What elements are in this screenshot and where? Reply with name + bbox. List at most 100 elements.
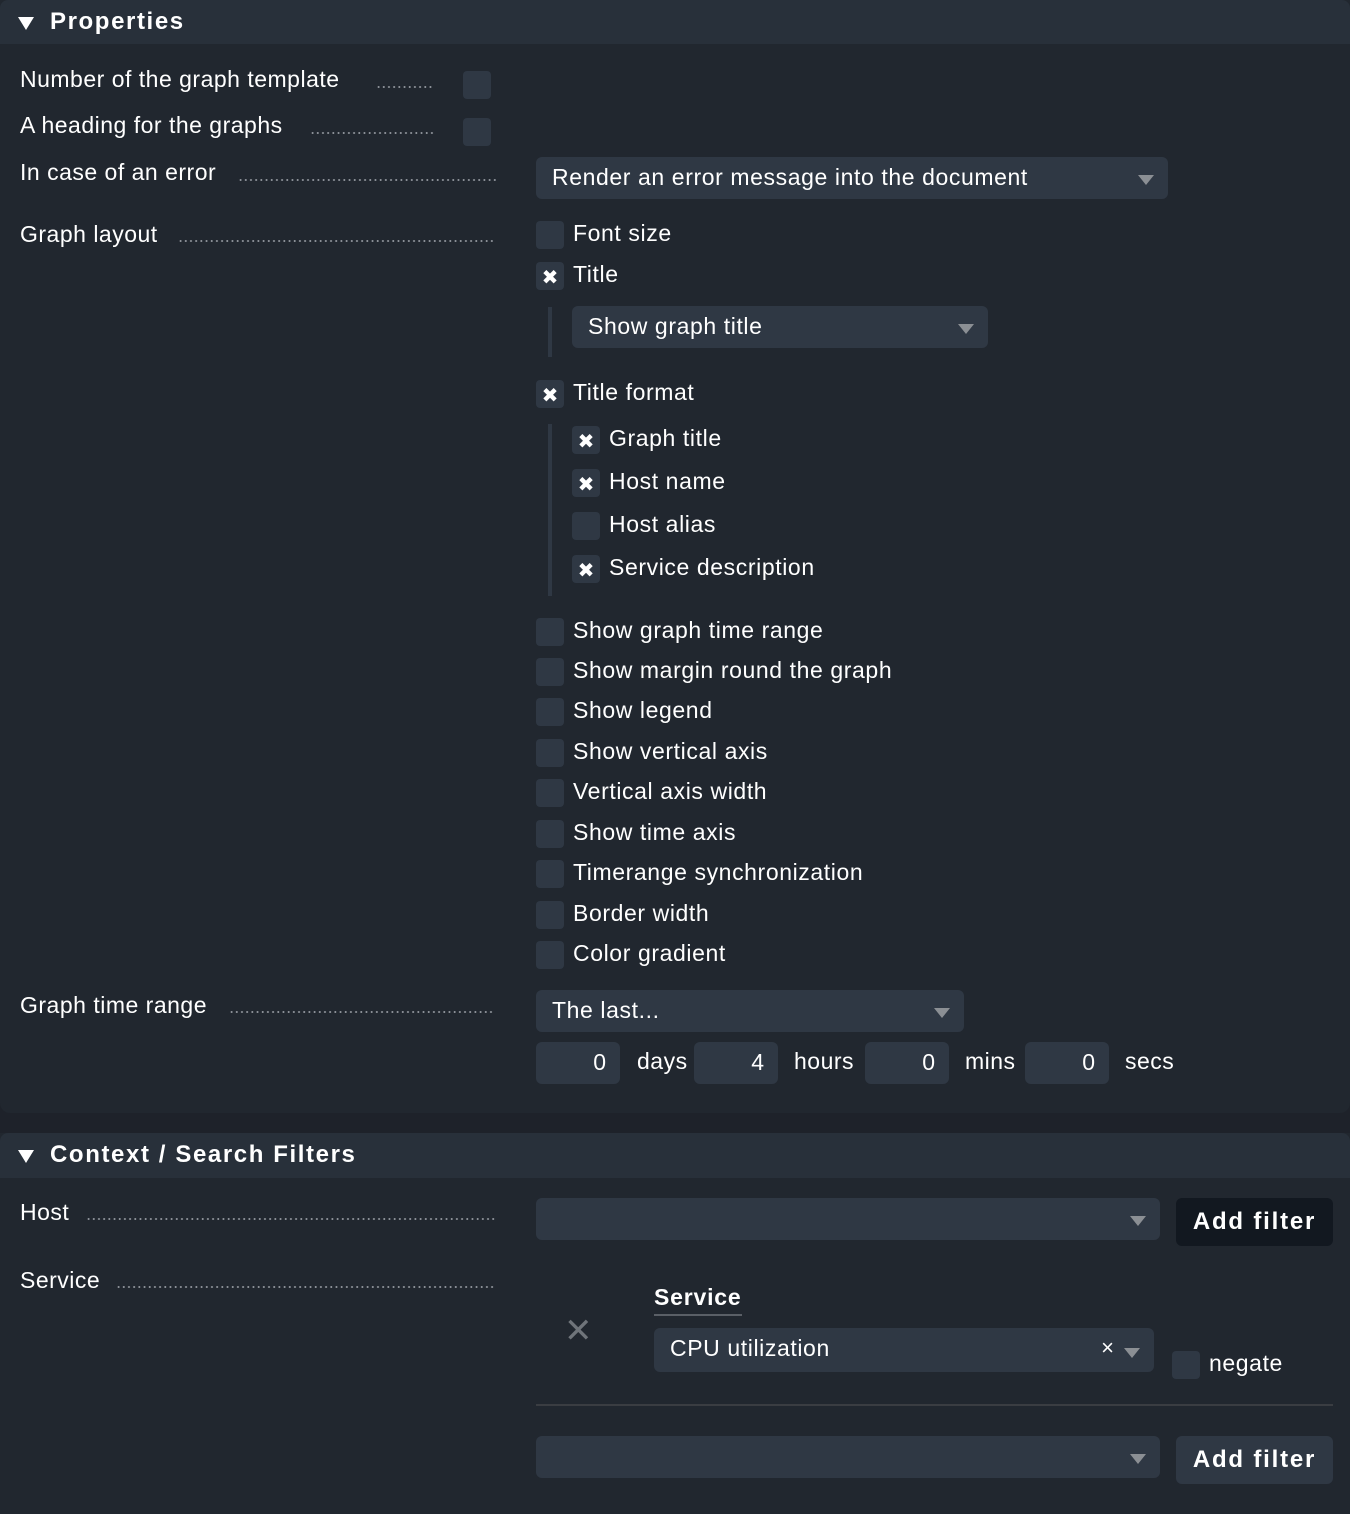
negate-label: negate (1209, 1350, 1283, 1376)
negate-checkbox[interactable] (1172, 1351, 1200, 1379)
title-label: Title (573, 261, 619, 287)
check-mark-icon: ✖ (577, 558, 595, 582)
service-add-filter-select[interactable] (536, 1436, 1160, 1478)
hours-input[interactable]: 4 (694, 1042, 778, 1084)
hours-value: 4 (751, 1049, 764, 1075)
check-mark-icon: ✖ (541, 265, 559, 289)
show-legend-label: Show legend (573, 697, 713, 723)
title-format-label: Title format (573, 379, 695, 405)
days-unit: days (637, 1048, 688, 1074)
title-checkbox[interactable]: ✖ (536, 262, 564, 290)
days-input[interactable]: 0 (536, 1042, 620, 1084)
dropdown-arrow-icon (934, 1008, 950, 1018)
collapse-triangle-icon[interactable] (18, 17, 34, 30)
service-filter-title: Service (654, 1284, 742, 1310)
host-add-filter-button[interactable]: Add filter (1176, 1198, 1333, 1246)
show-time-axis-checkbox[interactable] (536, 820, 564, 848)
title-format-checkbox[interactable]: ✖ (536, 380, 564, 408)
filter-divider (536, 1404, 1333, 1406)
leader-dots (229, 1011, 495, 1013)
check-mark-icon: ✖ (577, 429, 595, 453)
leader-dots (86, 1218, 496, 1220)
time-range-value: The last... (552, 997, 660, 1023)
filter-title-underline (654, 1314, 742, 1316)
collapse-triangle-icon[interactable] (18, 1150, 34, 1163)
properties-header[interactable]: Properties (0, 0, 1350, 44)
secs-input[interactable]: 0 (1025, 1042, 1109, 1084)
show-vertical-axis-label: Show vertical axis (573, 738, 768, 764)
show-margin-checkbox[interactable] (536, 658, 564, 686)
show-graph-time-range-label: Show graph time range (573, 617, 824, 643)
title-select[interactable]: Show graph title (572, 306, 988, 348)
graph-heading-checkbox[interactable] (463, 118, 491, 146)
color-gradient-checkbox[interactable] (536, 941, 564, 969)
service-description-checkbox[interactable]: ✖ (572, 555, 600, 583)
leader-dots (238, 179, 496, 181)
context-panel: Context / Search Filters Host Add filter… (0, 1133, 1350, 1514)
check-mark-icon: ✖ (577, 472, 595, 496)
nested-indent-line (548, 424, 552, 596)
context-header[interactable]: Context / Search Filters (0, 1133, 1350, 1178)
vertical-axis-width-label: Vertical axis width (573, 778, 768, 804)
show-legend-checkbox[interactable] (536, 698, 564, 726)
font-size-checkbox[interactable] (536, 221, 564, 249)
context-title: Context / Search Filters (50, 1141, 357, 1168)
host-filter-select[interactable] (536, 1198, 1160, 1240)
host-filter-label: Host (20, 1199, 70, 1225)
graph-heading-label: A heading for the graphs (20, 112, 283, 138)
dropdown-arrow-icon (1138, 175, 1154, 185)
host-name-label: Host name (609, 468, 726, 494)
service-description-label: Service description (609, 554, 815, 580)
secs-unit: secs (1125, 1048, 1175, 1074)
host-alias-label: Host alias (609, 511, 716, 537)
graph-title-checkbox[interactable]: ✖ (572, 426, 600, 454)
error-handling-label: In case of an error (20, 159, 217, 185)
border-width-label: Border width (573, 900, 710, 926)
leader-dots (116, 1286, 496, 1288)
dropdown-arrow-icon (1124, 1348, 1140, 1358)
clear-selection-icon[interactable]: × (1101, 1335, 1114, 1361)
properties-title: Properties (50, 8, 185, 35)
check-mark-icon: ✖ (541, 383, 559, 407)
host-alias-checkbox[interactable] (572, 512, 600, 540)
dropdown-arrow-icon (958, 324, 974, 334)
mins-value: 0 (922, 1049, 935, 1075)
dropdown-arrow-icon (1130, 1454, 1146, 1464)
nested-indent-line (548, 307, 552, 357)
show-graph-time-range-checkbox[interactable] (536, 618, 564, 646)
secs-value: 0 (1082, 1049, 1095, 1075)
show-time-axis-label: Show time axis (573, 819, 737, 845)
timerange-sync-checkbox[interactable] (536, 860, 564, 888)
time-range-select[interactable]: The last... (536, 990, 964, 1032)
service-filter-value: CPU utilization (670, 1335, 830, 1361)
service-filter-select[interactable]: CPU utilization × (654, 1328, 1154, 1372)
title-select-value: Show graph title (588, 313, 763, 339)
graph-time-range-label: Graph time range (20, 992, 207, 1018)
properties-panel: Properties Number of the graph template … (0, 0, 1350, 1113)
host-name-checkbox[interactable]: ✖ (572, 469, 600, 497)
service-filter-label: Service (20, 1267, 101, 1293)
graph-template-number-checkbox[interactable] (463, 71, 491, 99)
graph-title-label: Graph title (609, 425, 722, 451)
leader-dots (178, 240, 494, 242)
mins-unit: mins (965, 1048, 1016, 1074)
mins-input[interactable]: 0 (865, 1042, 949, 1084)
graph-layout-label: Graph layout (20, 221, 158, 247)
border-width-checkbox[interactable] (536, 901, 564, 929)
leader-dots (376, 86, 434, 88)
error-handling-value: Render an error message into the documen… (552, 164, 1028, 190)
vertical-axis-width-checkbox[interactable] (536, 779, 564, 807)
hours-unit: hours (794, 1048, 855, 1074)
color-gradient-label: Color gradient (573, 940, 726, 966)
font-size-label: Font size (573, 220, 672, 246)
dropdown-arrow-icon (1130, 1216, 1146, 1226)
error-handling-select[interactable]: Render an error message into the documen… (536, 157, 1168, 199)
graph-template-number-label: Number of the graph template (20, 66, 340, 92)
remove-filter-icon[interactable]: ✕ (564, 1311, 593, 1351)
show-margin-label: Show margin round the graph (573, 657, 893, 683)
days-value: 0 (593, 1049, 606, 1075)
service-add-filter-button[interactable]: Add filter (1176, 1436, 1333, 1484)
show-vertical-axis-checkbox[interactable] (536, 739, 564, 767)
leader-dots (310, 132, 434, 134)
timerange-sync-label: Timerange synchronization (573, 859, 864, 885)
